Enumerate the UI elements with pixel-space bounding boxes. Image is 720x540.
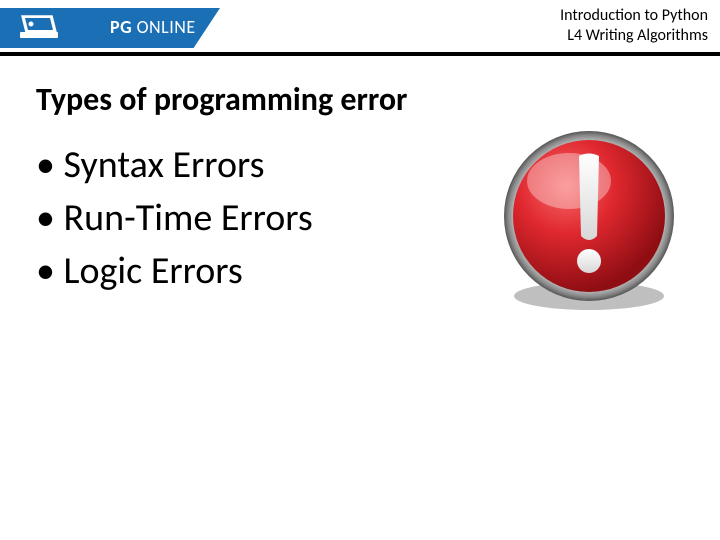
exclamation-icon [494, 126, 684, 316]
course-line-1: Introduction to Python [560, 6, 708, 26]
slide-header: PG ONLINE Introduction to Python L4 Writ… [0, 0, 720, 56]
brand-online: ONLINE [132, 16, 196, 38]
course-line-2: L4 Writing Algorithms [560, 26, 708, 46]
laptop-icon [18, 14, 60, 42]
slide-title: Types of programming error [36, 80, 684, 119]
course-info: Introduction to Python L4 Writing Algori… [560, 6, 708, 46]
brand-text: PG ONLINE [110, 16, 196, 38]
brand-pg: PG [110, 16, 132, 38]
slide-content: Types of programming error Syntax Errors… [0, 56, 720, 540]
